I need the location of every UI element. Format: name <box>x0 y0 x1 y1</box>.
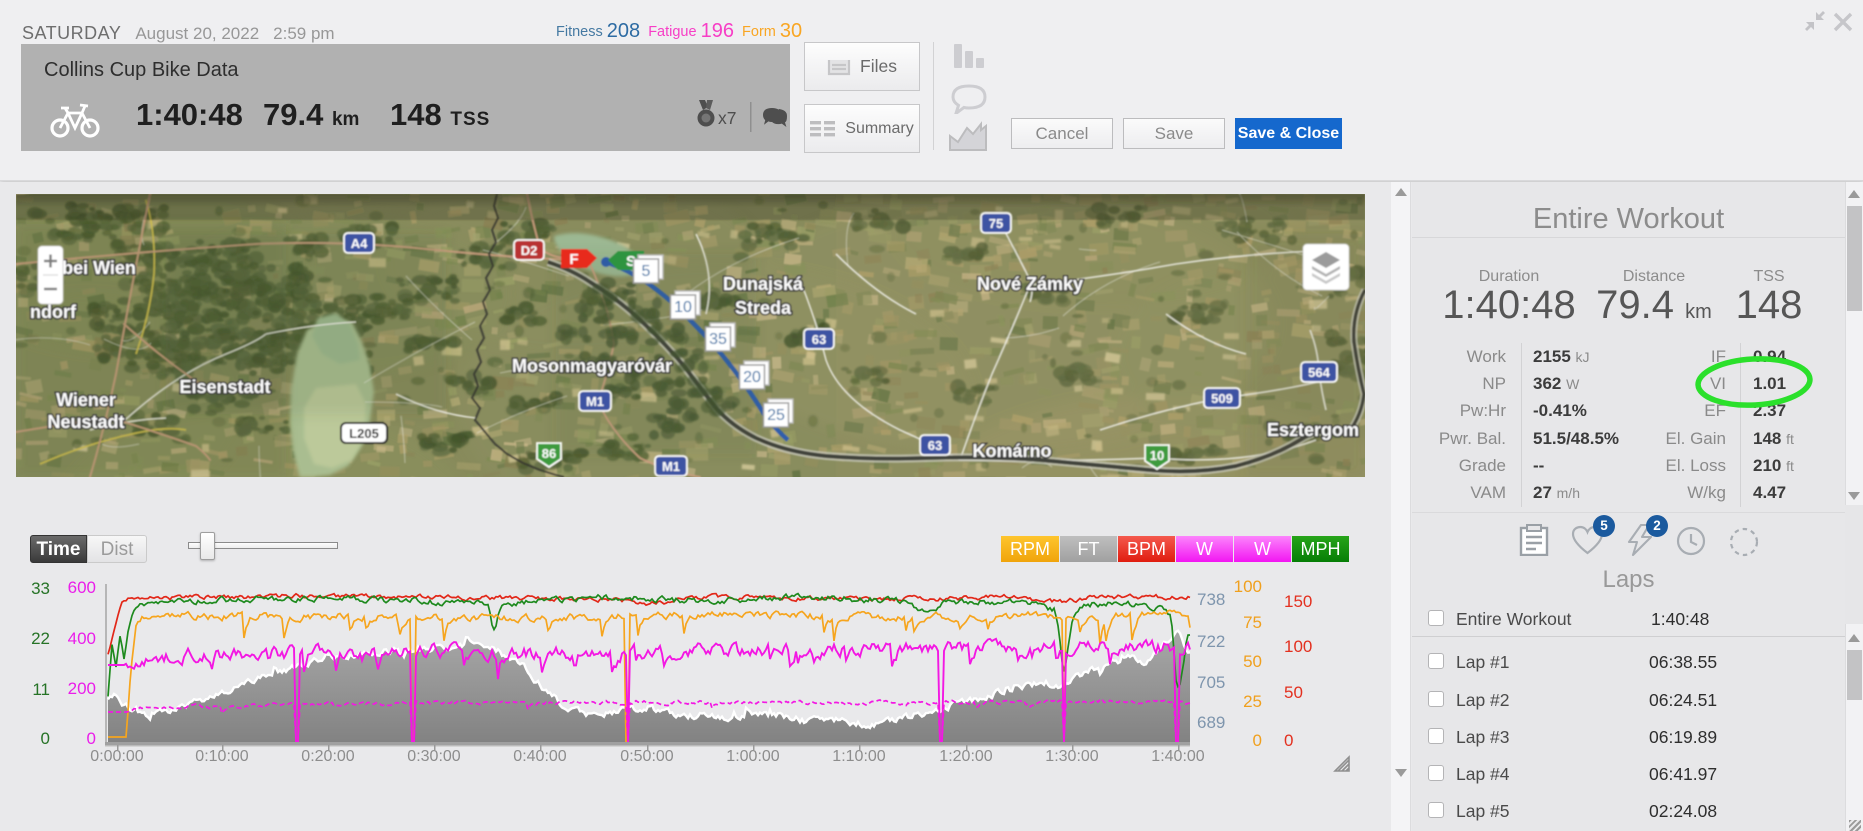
svg-text:D2: D2 <box>521 243 538 258</box>
svg-text:86: 86 <box>542 446 556 461</box>
svg-text:L205: L205 <box>349 426 379 441</box>
svg-text:Mosonmagyaróvár: Mosonmagyaróvár <box>512 356 672 376</box>
svg-text:Komárno: Komárno <box>972 441 1051 461</box>
svg-text:Eisenstadt: Eisenstadt <box>179 377 270 397</box>
svg-text:Neustadt: Neustadt <box>47 412 124 432</box>
svg-text:75: 75 <box>989 216 1003 231</box>
svg-text:Streda: Streda <box>735 298 792 318</box>
svg-text:564: 564 <box>1308 365 1330 380</box>
svg-text:Nové Zámky: Nové Zámky <box>977 274 1083 294</box>
svg-text:M1: M1 <box>586 394 604 409</box>
svg-text:25: 25 <box>767 407 785 424</box>
svg-text:ndorf: ndorf <box>30 302 77 322</box>
svg-text:Dunajská: Dunajská <box>723 274 804 294</box>
svg-text:10: 10 <box>1150 448 1164 463</box>
svg-text:63: 63 <box>928 438 942 453</box>
svg-text:M1: M1 <box>662 459 680 474</box>
svg-text:63: 63 <box>812 332 826 347</box>
svg-text:35: 35 <box>709 331 727 348</box>
svg-text:A4: A4 <box>351 236 368 251</box>
svg-text:Wiener: Wiener <box>56 390 116 410</box>
svg-text:509: 509 <box>1211 391 1233 406</box>
svg-text:F: F <box>569 251 578 268</box>
svg-text:Esztergom: Esztergom <box>1267 420 1359 440</box>
svg-text:x7: x7 <box>718 108 736 128</box>
svg-text:10: 10 <box>674 299 692 316</box>
svg-text:20: 20 <box>743 369 761 386</box>
svg-text:5: 5 <box>642 263 651 280</box>
